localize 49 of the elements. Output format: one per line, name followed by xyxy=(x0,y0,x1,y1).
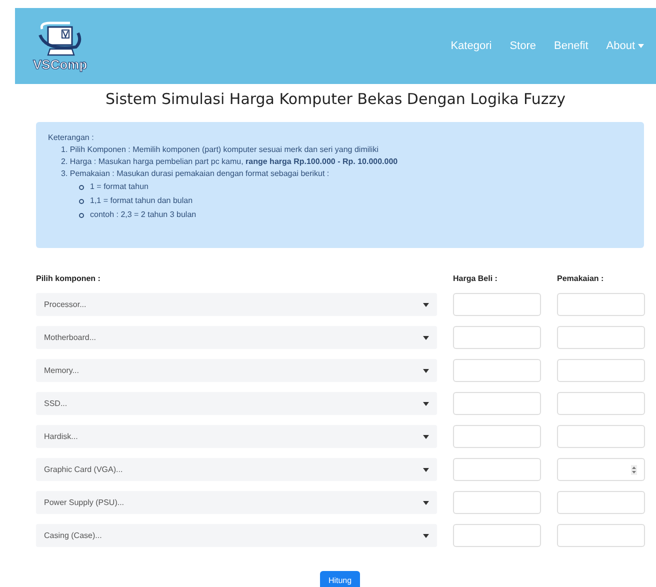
usage-field[interactable] xyxy=(557,392,645,415)
info-subitem: 1,1 = format tahun dan bulan xyxy=(90,195,193,207)
bullet-icon xyxy=(79,212,84,218)
caret-icon xyxy=(423,468,429,472)
calculate-button[interactable]: Hitung xyxy=(320,571,360,587)
price-field[interactable] xyxy=(453,524,541,547)
page-title: Sistem Simulasi Harga Komputer Bekas Dengan Logika Fuzzy xyxy=(104,90,566,108)
info-item: 2. Harga : Masukan harga pembelian part pc kamu, range harga Rp.100.000 - Rp. 10.000.000 xyxy=(61,156,399,168)
caret-icon xyxy=(638,44,644,48)
info-item: 1. Pilih Komponen : Memilih komponen (part) komputer sesuai merk dan seri yang dimiliki xyxy=(61,144,380,156)
caret-icon xyxy=(423,368,429,372)
bullet-icon xyxy=(79,184,84,190)
price-field[interactable] xyxy=(453,425,541,448)
usage-field[interactable] xyxy=(557,359,645,382)
column-label: Pilih komponen : xyxy=(36,274,102,283)
usage-field[interactable] xyxy=(557,524,645,547)
component-select[interactable]: SSD... xyxy=(36,392,437,415)
caret-icon xyxy=(423,336,429,340)
column-label: Pemakaian : xyxy=(557,274,605,283)
column-label: Harga Beli : xyxy=(453,274,498,283)
price-field[interactable] xyxy=(453,491,541,514)
info-subitem: contoh : 2,3 = 2 tahun 3 bulan xyxy=(90,209,196,221)
price-field[interactable] xyxy=(453,359,541,382)
caret-icon xyxy=(423,302,429,306)
caret-icon xyxy=(423,534,429,538)
component-select[interactable]: Memory... xyxy=(36,359,437,382)
caret-icon xyxy=(423,402,429,406)
component-select[interactable]: Power Supply (PSU)... xyxy=(36,491,437,514)
spinner-icon[interactable] xyxy=(631,464,637,474)
usage-field[interactable] xyxy=(557,491,645,514)
price-field[interactable] xyxy=(453,458,541,481)
info-heading: Keterangan : xyxy=(48,132,95,144)
usage-field[interactable] xyxy=(557,458,645,481)
bullet-icon xyxy=(79,198,84,204)
component-select[interactable]: Hardisk... xyxy=(36,425,437,448)
caret-icon xyxy=(423,500,429,504)
component-select[interactable]: Motherboard... xyxy=(36,326,437,349)
component-select[interactable]: Graphic Card (VGA)... xyxy=(36,458,437,481)
usage-field[interactable] xyxy=(557,293,645,316)
component-select[interactable]: Casing (Case)... xyxy=(36,524,437,547)
price-field[interactable] xyxy=(453,392,541,415)
component-select[interactable]: Processor... xyxy=(36,293,437,316)
price-field[interactable] xyxy=(453,293,541,316)
usage-field[interactable] xyxy=(557,425,645,448)
usage-field[interactable] xyxy=(557,326,645,349)
info-subitem: 1 = format tahun xyxy=(90,181,148,193)
info-item: 3. Pemakaian : Masukan durasi pemakaian dengan format sebagai berikut : xyxy=(61,168,330,180)
caret-icon xyxy=(423,434,429,438)
price-field[interactable] xyxy=(453,326,541,349)
